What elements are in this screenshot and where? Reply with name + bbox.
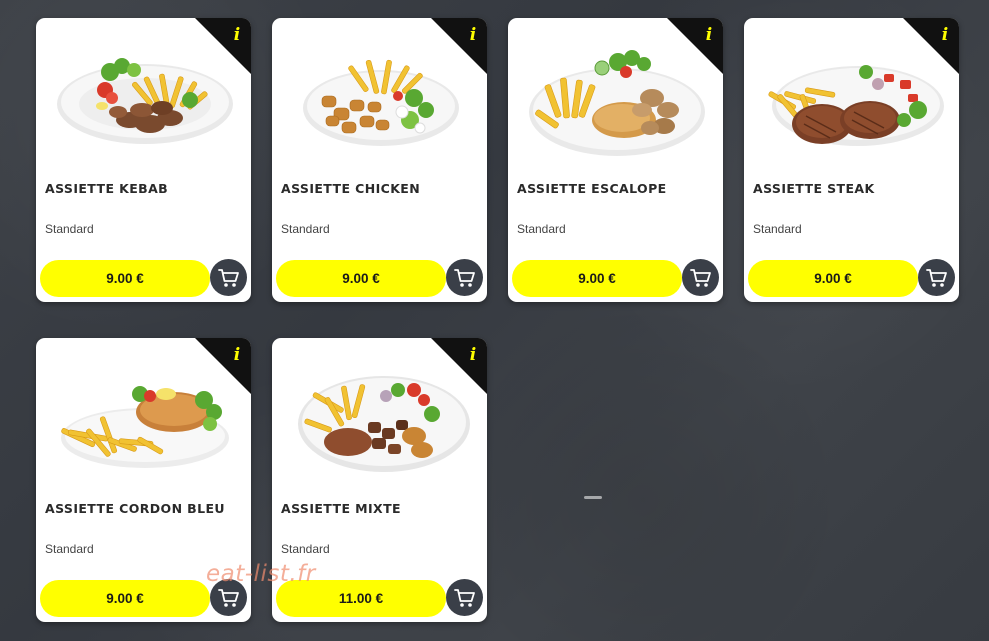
menu-card: i ASSIETTE STEAK Standard 9.00 € — [744, 18, 959, 302]
svg-text:i: i — [706, 25, 712, 45]
svg-text:i: i — [470, 25, 476, 45]
svg-text:i: i — [234, 25, 240, 45]
price-button[interactable]: 11.00 € — [276, 580, 446, 617]
price-button[interactable]: 9.00 € — [40, 580, 210, 617]
info-icon[interactable]: i — [195, 18, 251, 74]
add-to-cart-button[interactable] — [446, 579, 483, 616]
cart-icon — [217, 588, 239, 607]
dish-variant: Standard — [753, 222, 802, 236]
add-to-cart-button[interactable] — [682, 259, 719, 296]
dish-name: ASSIETTE ESCALOPE — [517, 181, 667, 196]
cart-icon — [925, 268, 947, 287]
menu-card: i ASSIETTE ESCALOPE Standard 9.00 € — [508, 18, 723, 302]
dish-variant: Standard — [281, 222, 330, 236]
info-icon[interactable]: i — [195, 338, 251, 394]
info-icon[interactable]: i — [431, 18, 487, 74]
menu-card: i ASSIETTE KEBAB Standard 9.00 € — [36, 18, 251, 302]
cart-icon — [217, 268, 239, 287]
svg-text:i: i — [470, 345, 476, 365]
menu-grid: i ASSIETTE KEBAB Standard 9.00 € i ASSIE… — [36, 18, 959, 622]
price-button[interactable]: 9.00 € — [40, 260, 210, 297]
dish-variant: Standard — [281, 542, 330, 556]
dish-name: ASSIETTE KEBAB — [45, 181, 169, 196]
dish-name: ASSIETTE CHICKEN — [281, 181, 421, 196]
svg-text:i: i — [234, 345, 240, 365]
add-to-cart-button[interactable] — [210, 579, 247, 616]
dish-variant: Standard — [45, 222, 94, 236]
dish-variant: Standard — [45, 542, 94, 556]
menu-card: i ASSIETTE CHICKEN Standard 9.00 € — [272, 18, 487, 302]
info-icon[interactable]: i — [667, 18, 723, 74]
dish-name: ASSIETTE STEAK — [753, 181, 875, 196]
info-icon[interactable]: i — [431, 338, 487, 394]
price-button[interactable]: 9.00 € — [512, 260, 682, 297]
menu-card: i ASSIETTE MIXTE Standard 11.00 € — [272, 338, 487, 622]
cart-icon — [689, 268, 711, 287]
cart-icon — [453, 268, 475, 287]
cart-icon — [453, 588, 475, 607]
add-to-cart-button[interactable] — [918, 259, 955, 296]
dish-name: ASSIETTE MIXTE — [281, 501, 401, 516]
price-button[interactable]: 9.00 € — [276, 260, 446, 297]
add-to-cart-button[interactable] — [210, 259, 247, 296]
dish-variant: Standard — [517, 222, 566, 236]
add-to-cart-button[interactable] — [446, 259, 483, 296]
menu-card: i ASSIETTE CORDON BLEU Standard 9.00 € — [36, 338, 251, 622]
price-button[interactable]: 9.00 € — [748, 260, 918, 297]
info-icon[interactable]: i — [903, 18, 959, 74]
svg-text:i: i — [942, 25, 948, 45]
background-scratch — [584, 496, 602, 499]
dish-name: ASSIETTE CORDON BLEU — [45, 501, 225, 516]
